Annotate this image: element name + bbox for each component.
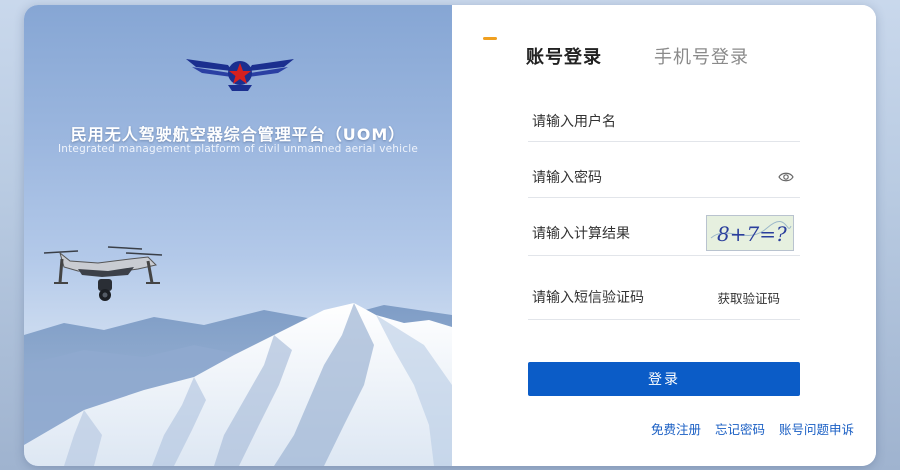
eye-icon[interactable]: [778, 171, 794, 183]
login-panel: 账号登录 手机号登录 请输入用户名 请输入密码 请输入计算结果 8+7=? 请输…: [452, 5, 876, 466]
login-card: 民用无人驾驶航空器综合管理平台（UOM） Integrated manageme…: [24, 5, 876, 466]
password-input[interactable]: 请输入密码: [528, 167, 778, 187]
hero-banner: 民用无人驾驶航空器综合管理平台（UOM） Integrated manageme…: [24, 5, 452, 466]
tab-phone-login[interactable]: 手机号登录: [654, 43, 749, 69]
captcha-image[interactable]: 8+7=?: [706, 215, 794, 251]
active-tab-indicator: [483, 37, 497, 40]
tab-account-login[interactable]: 账号登录: [526, 43, 602, 69]
quadcopter-drone-icon: [43, 246, 163, 301]
captcha-text: 8+7=?: [717, 222, 787, 246]
sms-code-field[interactable]: 请输入短信验证码 获取验证码: [528, 275, 800, 320]
username-field[interactable]: 请输入用户名: [528, 101, 800, 142]
platform-title: 民用无人驾驶航空器综合管理平台（UOM）: [70, 125, 406, 144]
sms-code-input[interactable]: 请输入短信验证码: [528, 287, 717, 307]
login-tabs: 账号登录 手机号登录: [526, 43, 749, 69]
register-link[interactable]: 免费注册: [651, 419, 701, 438]
captcha-input[interactable]: 请输入计算结果: [528, 223, 706, 243]
password-field[interactable]: 请输入密码: [528, 157, 800, 198]
platform-subtitle: Integrated management platform of civil …: [57, 143, 419, 155]
captcha-field[interactable]: 请输入计算结果 8+7=?: [528, 211, 800, 256]
footer-links: 免费注册 忘记密码 账号问题申诉: [651, 419, 854, 438]
username-input[interactable]: 请输入用户名: [528, 111, 800, 131]
login-button[interactable]: 登录: [528, 362, 800, 396]
get-code-button[interactable]: 获取验证码: [717, 288, 780, 307]
account-appeal-link[interactable]: 账号问题申诉: [779, 419, 854, 438]
winged-star-emblem-icon: [186, 59, 294, 91]
forgot-password-link[interactable]: 忘记密码: [715, 419, 765, 438]
